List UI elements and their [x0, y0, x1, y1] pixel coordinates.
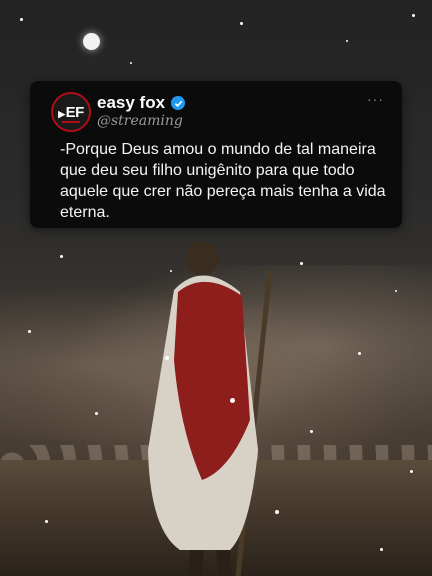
avatar-underline: [62, 121, 80, 123]
star: [412, 14, 415, 17]
avatar[interactable]: ▶EF: [51, 92, 91, 132]
star: [300, 262, 303, 265]
verified-badge-icon: [171, 96, 186, 110]
star: [358, 352, 361, 355]
star: [310, 430, 313, 433]
star: [170, 270, 172, 272]
star: [130, 62, 132, 64]
star: [28, 330, 31, 333]
star: [410, 470, 413, 473]
author-row: easy fox: [97, 93, 186, 113]
star: [380, 548, 383, 551]
post-text: -Porque Deus amou o mundo de tal maneira…: [60, 141, 386, 221]
moon: [83, 33, 100, 50]
star: [20, 18, 23, 21]
star: [165, 356, 169, 360]
star: [395, 290, 397, 292]
avatar-logo-text: ▶EF: [58, 103, 84, 121]
star: [95, 412, 98, 415]
post-card[interactable]: ▶EF easy fox @streaming ··· -Porque Deus…: [30, 81, 402, 228]
star: [60, 255, 63, 258]
author-name[interactable]: easy fox: [97, 93, 165, 113]
shepherd-figure: [148, 241, 273, 576]
more-options-icon[interactable]: ···: [367, 91, 384, 107]
star: [275, 510, 279, 514]
star: [230, 398, 235, 403]
star: [240, 22, 243, 25]
star: [346, 40, 348, 42]
author-handle[interactable]: @streaming: [97, 113, 183, 129]
star: [45, 520, 48, 523]
